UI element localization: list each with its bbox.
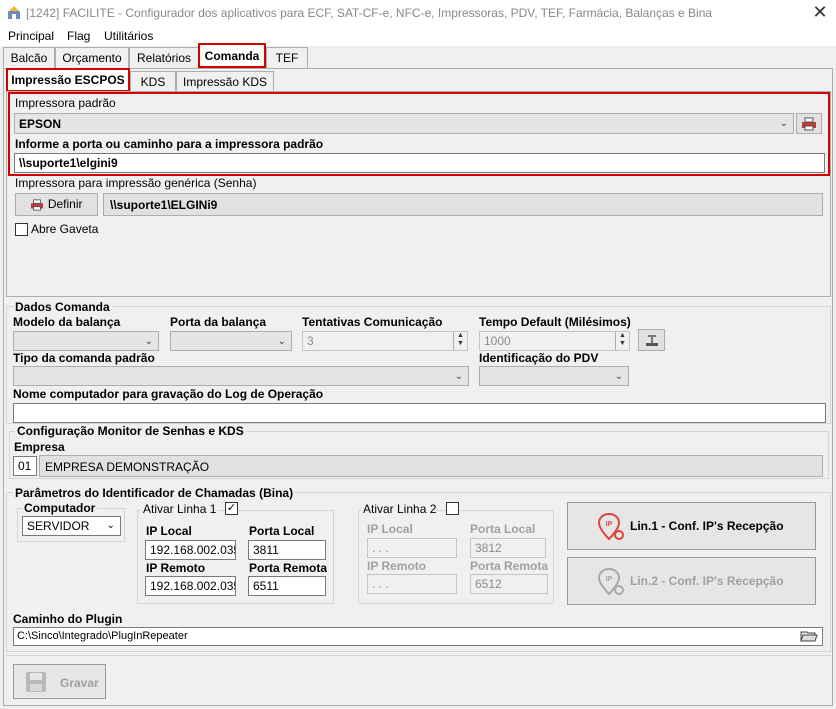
timeout-label: Tempo Default (Milésimos) — [479, 315, 631, 329]
l1-ip-remote-input[interactable]: 192.168.002.035 — [145, 576, 236, 596]
window-title: [1242] FACILITE - Configurador dos aplic… — [26, 6, 713, 20]
computer-value: SERVIDOR — [27, 519, 90, 533]
svg-text:IP: IP — [606, 521, 613, 528]
bina-title: Parâmetros do Identificador de Chamadas … — [13, 486, 296, 500]
timeout-value: 1000 — [484, 334, 511, 348]
timeout-input[interactable]: 1000 ▲ ▼ — [479, 331, 630, 351]
tab-orcamento[interactable]: Orçamento — [55, 47, 129, 68]
scale-test-button[interactable] — [638, 329, 665, 351]
l1-port-local-input[interactable]: 3811 — [248, 540, 326, 560]
dados-title: Dados Comanda — [13, 300, 112, 314]
company-code[interactable]: 01 — [13, 456, 37, 476]
l2-port-local-input[interactable]: 3812 — [470, 538, 546, 558]
l1-port-remote-label: Porta Remota — [249, 561, 328, 575]
chevron-down-icon: ⌄ — [614, 371, 623, 382]
company-name[interactable]: EMPRESA DEMONSTRAÇÃO — [39, 455, 823, 477]
plugin-input[interactable]: C:\Sinco\Integrado\PlugInRepeater — [13, 627, 823, 646]
l2-ip-remote-input[interactable]: . . . — [367, 574, 457, 594]
line2-checkbox[interactable] — [446, 502, 459, 515]
drawer-checkbox[interactable] — [15, 223, 28, 236]
tab-comanda[interactable]: Comanda — [198, 43, 266, 68]
spin-buttons[interactable]: ▲ ▼ — [615, 332, 629, 350]
l2-port-local-label: Porta Local — [470, 522, 536, 536]
tab-kds[interactable]: KDS — [130, 71, 176, 92]
save-label: Gravar — [60, 676, 99, 690]
l2-ip-local-label: IP Local — [367, 522, 413, 536]
line2-label: Ativar Linha 2 — [361, 502, 439, 516]
l2-ip-local-input[interactable]: . . . — [367, 538, 457, 558]
l1-port-remote-input[interactable]: 6511 — [248, 576, 326, 596]
chevron-down-icon: ⌄ — [454, 371, 463, 382]
folder-open-icon[interactable] — [800, 629, 820, 644]
scale-model-select[interactable]: ⌄ — [13, 331, 159, 351]
scale-icon — [645, 335, 658, 346]
tab-impressao-kds[interactable]: Impressão KDS — [176, 71, 274, 92]
type-label: Tipo da comanda padrão — [13, 351, 155, 365]
printer-label: Impressora padrão — [15, 96, 116, 110]
l1-ip-remote-label: IP Remoto — [146, 561, 206, 575]
printer-icon — [802, 117, 816, 131]
l1-ip-local-input[interactable]: 192.168.002.035 — [145, 540, 236, 560]
port-label: Informe a porta ou caminho para a impres… — [15, 137, 324, 151]
drawer-label: Abre Gaveta — [31, 222, 99, 236]
attempts-value: 3 — [307, 334, 314, 348]
attempts-input[interactable]: 3 ▲ ▼ — [302, 331, 468, 351]
chevron-down-icon: ⌄ — [779, 118, 788, 129]
define-button[interactable]: Definir — [15, 193, 98, 216]
menu-utilitarios[interactable]: Utilitários — [104, 29, 153, 43]
printer-value: EPSON — [19, 117, 62, 131]
footer-divider — [6, 655, 831, 656]
scale-port-label: Porta da balança — [170, 315, 267, 329]
line1-checkbox[interactable]: ✓ — [225, 502, 238, 515]
plugin-label: Caminho do Plugin — [13, 612, 123, 626]
l1-ip-local-label: IP Local — [146, 524, 192, 538]
spin-buttons[interactable]: ▲ ▼ — [453, 332, 467, 350]
l1-port-local-label: Porta Local — [249, 524, 315, 538]
log-label: Nome computador para gravação do Log de … — [13, 387, 324, 401]
log-input[interactable] — [13, 403, 826, 423]
svg-text:IP: IP — [606, 576, 613, 583]
plugin-path: C:\Sinco\Integrado\PlugInRepeater — [17, 630, 188, 642]
line2-config-label: Lin.2 - Conf. IP's Recepção — [630, 574, 784, 588]
l2-port-remote-label: Porta Remota — [470, 559, 549, 573]
printer-config-button[interactable] — [796, 113, 822, 134]
line1-label: Ativar Linha 1 — [141, 502, 219, 516]
save-button[interactable]: Gravar — [13, 664, 106, 699]
line1-config-label: Lin.1 - Conf. IP's Recepção — [630, 519, 784, 533]
tab-balcao[interactable]: Balcão — [3, 47, 55, 68]
pdv-label: Identificação do PDV — [479, 351, 599, 365]
printer-select[interactable]: EPSON ⌄ — [14, 113, 794, 134]
location-gear-icon: IP — [597, 512, 624, 541]
computer-label: Computador — [22, 501, 98, 515]
tab-tef[interactable]: TEF — [266, 47, 308, 68]
chevron-down-icon: ⌄ — [106, 520, 115, 531]
define-label: Definir — [47, 197, 83, 211]
scale-model-label: Modelo da balança — [13, 315, 121, 329]
l2-port-remote-input[interactable]: 6512 — [470, 574, 548, 594]
scale-port-select[interactable]: ⌄ — [170, 331, 292, 351]
company-label: Empresa — [14, 440, 65, 454]
attempts-label: Tentativas Comunicação — [302, 315, 443, 329]
printer-icon — [31, 199, 44, 211]
computer-select[interactable]: SERVIDOR ⌄ — [22, 516, 121, 536]
location-gear-icon: IP — [597, 567, 624, 596]
line2-config-button[interactable]: IP Lin.2 - Conf. IP's Recepção — [567, 557, 816, 605]
port-input[interactable]: \\suporte1\elgini9 — [14, 153, 825, 173]
tab-relatorios[interactable]: Relatórios — [129, 47, 199, 68]
menu-flag[interactable]: Flag — [67, 29, 90, 43]
chevron-down-icon: ⌄ — [277, 336, 286, 347]
menu-principal[interactable]: Principal — [8, 29, 54, 43]
type-select[interactable]: ⌄ — [13, 366, 469, 386]
l2-ip-remote-label: IP Remoto — [367, 559, 427, 573]
floppy-disk-icon — [26, 672, 46, 692]
chevron-down-icon: ⌄ — [144, 336, 153, 347]
monitor-title: Configuração Monitor de Senhas e KDS — [15, 424, 246, 438]
generic-printer-path[interactable]: \\suporte1\ELGINi9 — [103, 193, 823, 216]
pdv-select[interactable]: ⌄ — [479, 366, 629, 386]
generic-printer-label: Impressora para impressão genérica (Senh… — [15, 176, 257, 190]
line1-config-button[interactable]: IP Lin.1 - Conf. IP's Recepção — [567, 502, 816, 550]
app-icon — [8, 6, 20, 19]
close-icon[interactable]: ✕ — [808, 2, 832, 24]
tab-impressao-escpos[interactable]: Impressão ESCPOS — [6, 68, 130, 92]
